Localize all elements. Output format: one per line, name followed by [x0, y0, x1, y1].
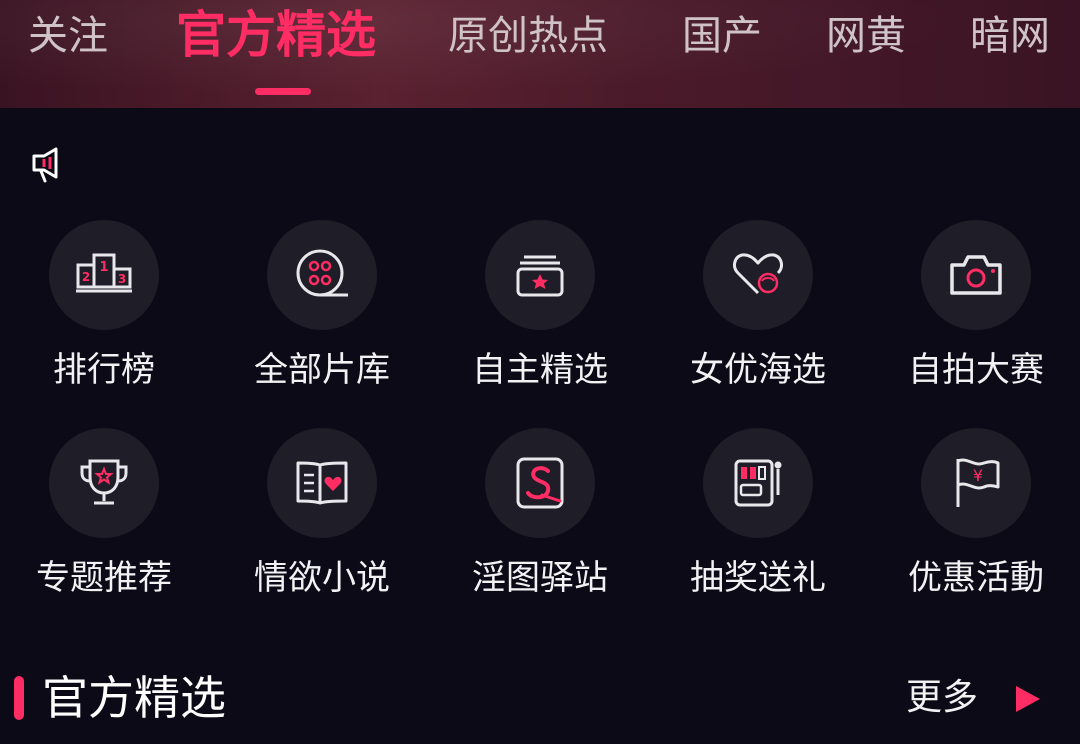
tab-influencer[interactable]: 网黄: [826, 8, 906, 64]
tab-original-hot[interactable]: 原创热点: [448, 8, 608, 64]
camera-icon: [921, 220, 1031, 330]
podium-icon: 1 2 3: [49, 220, 159, 330]
svg-text:2: 2: [82, 270, 90, 284]
more-link[interactable]: 更多: [906, 670, 978, 726]
grid-label: 排行榜: [53, 350, 155, 390]
grid-label: 专题推荐: [36, 558, 172, 598]
tab-follow[interactable]: 关注: [28, 8, 108, 64]
money-flag-icon: ¥: [921, 428, 1031, 538]
grid-item-selfie-contest[interactable]: 自拍大赛: [876, 220, 1076, 410]
heart-face-icon: [703, 220, 813, 330]
grid-item-lottery[interactable]: 抽奖送礼: [658, 428, 858, 618]
trophy-icon: [49, 428, 159, 538]
tab-darkweb[interactable]: 暗网: [970, 8, 1050, 64]
star-box-icon: [485, 220, 595, 330]
section-title: 官方精选: [42, 671, 226, 725]
grid-label: 优惠活動: [908, 558, 1044, 598]
grid-item-picture-station[interactable]: 淫图驿站: [440, 428, 640, 618]
grid-item-ranking[interactable]: 1 2 3 排行榜: [4, 220, 204, 410]
megaphone-icon[interactable]: [30, 144, 66, 184]
film-reel-icon: [267, 220, 377, 330]
active-tab-indicator: [255, 88, 311, 95]
svg-text:3: 3: [118, 272, 126, 286]
picture-icon: [485, 428, 595, 538]
grid-item-promotions[interactable]: ¥ 优惠活動: [876, 428, 1076, 618]
svg-text:1: 1: [99, 260, 108, 275]
grid-item-actress-selection[interactable]: 女优海选: [658, 220, 858, 410]
grid-item-library[interactable]: 全部片库: [222, 220, 422, 410]
grid-label: 淫图驿站: [472, 558, 608, 598]
grid-label: 抽奖送礼: [690, 558, 826, 598]
book-heart-icon: [267, 428, 377, 538]
grid-label: 全部片库: [254, 350, 390, 390]
play-arrow-icon[interactable]: [1014, 684, 1042, 714]
grid-item-novels[interactable]: 情欲小说: [222, 428, 422, 618]
grid-label: 自拍大赛: [908, 350, 1044, 390]
svg-text:¥: ¥: [973, 466, 983, 485]
grid-label: 自主精选: [472, 350, 608, 390]
tab-official-picks[interactable]: 官方精选: [176, 4, 376, 66]
grid-label: 女优海选: [690, 350, 826, 390]
grid-label: 情欲小说: [254, 558, 390, 598]
tab-domestic[interactable]: 国产: [682, 8, 762, 64]
grid-item-topics[interactable]: 专题推荐: [4, 428, 204, 618]
slot-machine-icon: [703, 428, 813, 538]
grid-item-self-picks[interactable]: 自主精选: [440, 220, 640, 410]
section-accent-bar: [14, 676, 24, 720]
